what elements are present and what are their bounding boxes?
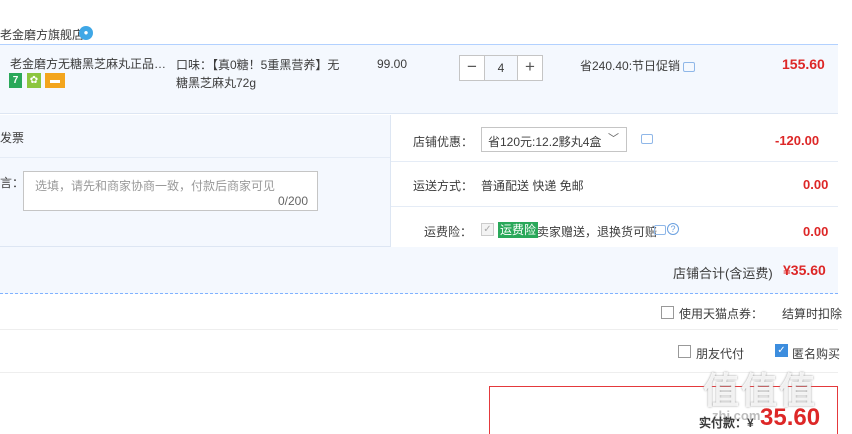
anonymous-label[interactable]: 匿名购买 xyxy=(792,345,840,362)
quantity-input[interactable]: 4 xyxy=(485,55,517,81)
message-label: 言： xyxy=(0,176,25,190)
increase-quantity-button[interactable]: + xyxy=(517,55,543,81)
divider xyxy=(391,206,838,207)
divider xyxy=(0,329,838,330)
help-icon[interactable]: ? xyxy=(667,223,679,235)
freight-insurance-label: 运费险： xyxy=(424,225,473,239)
freight-insurance-desc: 卖家赠送，退换货可赔 xyxy=(537,225,658,239)
speech-bubble-icon[interactable] xyxy=(641,134,653,144)
tmall-points-note: 结算时扣除 xyxy=(782,307,843,321)
divider xyxy=(391,161,838,162)
freight-insurance-checkbox[interactable]: ✓ xyxy=(481,223,494,236)
tmall-points-label[interactable]: 使用天猫点券： xyxy=(679,305,763,322)
decrease-quantity-button[interactable]: − xyxy=(459,55,485,81)
item-spec: 口味：【真0糖！5重黑营养】无糖黑芝麻丸72g xyxy=(176,58,340,90)
divider xyxy=(0,157,390,158)
payment-label: 实付款：¥ xyxy=(699,416,754,430)
shop-discount-amount: -120.00 xyxy=(775,133,820,148)
freight-insurance-tag: 运费险 xyxy=(498,222,539,238)
shop-total-value: ¥35.60 xyxy=(783,262,826,278)
friend-pay-label[interactable]: 朋友代付 xyxy=(696,345,744,362)
invoice-label: 发票 xyxy=(0,131,25,145)
shop-discount-label: 店铺优惠： xyxy=(413,135,474,149)
chat-icon[interactable]: ● xyxy=(79,26,93,40)
tmall-points-checkbox[interactable] xyxy=(661,306,674,319)
item-price: 99.00 xyxy=(377,57,408,71)
card-payment-icon: ▬ xyxy=(45,73,65,88)
seven-day-return-icon: 7 xyxy=(9,73,22,88)
chevron-down-icon[interactable]: ﹀ xyxy=(608,130,619,146)
promo-text: 省240.40:节日促销 xyxy=(580,59,681,73)
gift-icon: ✿ xyxy=(27,73,41,88)
item-title[interactable]: 老金磨方无糖黑芝麻丸正品官方... xyxy=(10,55,172,72)
quantity-stepper[interactable]: − 4 + xyxy=(459,55,543,81)
speech-bubble-icon[interactable] xyxy=(683,62,695,72)
message-placeholder: 选填，请先和商家协商一致，付款后商家可见 xyxy=(35,179,276,193)
shop-total-label: 店铺合计(含运费) xyxy=(673,266,773,281)
freight-insurance-amount: 0.00 xyxy=(803,224,829,239)
shop-discount-value[interactable]: 省120元:12.2黟丸4盒 xyxy=(488,133,601,150)
shipping-method: 普通配送 快递 免邮 xyxy=(481,179,584,193)
anonymous-checkbox[interactable]: ✓ xyxy=(775,344,788,357)
shop-name[interactable]: 老金磨方旗舰店 xyxy=(0,26,84,43)
item-total: 155.60 xyxy=(782,56,825,72)
message-char-count: 0/200 xyxy=(278,194,309,208)
payment-amount: 35.60 xyxy=(760,404,821,431)
friend-pay-checkbox[interactable] xyxy=(678,345,691,358)
shipping-label: 运送方式： xyxy=(413,179,474,193)
shipping-amount: 0.00 xyxy=(803,177,829,192)
speech-bubble-icon[interactable] xyxy=(654,225,666,235)
